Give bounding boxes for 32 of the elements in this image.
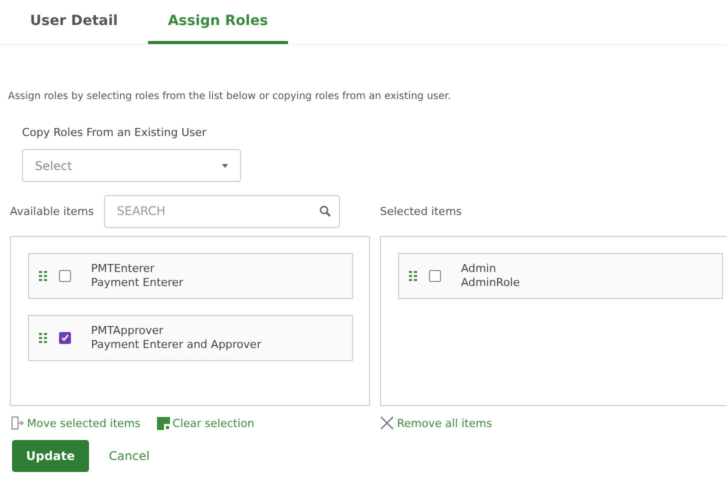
search-field[interactable]: SEARCH [104, 194, 340, 228]
list-label: Selected items [380, 204, 462, 218]
tab[interactable]: Assign Roles [148, 0, 288, 44]
checkbox[interactable] [59, 270, 71, 282]
eraser-icon [156, 416, 170, 430]
drag-handle-icon[interactable] [409, 271, 417, 281]
remove-link[interactable]: Remove all items [380, 416, 492, 430]
role-description: Payment Enterer and Approver [91, 338, 262, 352]
role-name: Admin [461, 262, 498, 276]
drag-handle-icon[interactable] [39, 333, 47, 343]
role-item[interactable]: PMTEnterer Payment Enterer [28, 253, 353, 299]
tab[interactable]: User Detail [10, 0, 138, 44]
role-name: PMTEnterer [91, 262, 156, 276]
clear-link[interactable]: Clear selection [156, 416, 254, 430]
role-description: Payment Enterer [91, 276, 184, 290]
field-label: Copy Roles From an Existing User [22, 126, 208, 139]
checkbox[interactable] [59, 332, 71, 344]
role-item[interactable]: Admin AdminRole [398, 253, 723, 299]
role-item[interactable]: PMTApprover Payment Enterer and Approver [28, 315, 353, 361]
search-icon [318, 204, 331, 216]
move-link[interactable]: Move selected items [10, 416, 141, 430]
move-icon [10, 416, 24, 430]
role-name: PMTApprover [91, 324, 164, 338]
drag-handle-icon[interactable] [39, 271, 47, 281]
close-icon [380, 416, 394, 430]
checkbox[interactable] [429, 270, 441, 282]
user-dropdown[interactable]: Select [22, 149, 241, 182]
role-description: AdminRole [461, 276, 520, 290]
list-label: Available items [10, 204, 94, 218]
update-button[interactable]: Update [12, 440, 89, 472]
cancel-link[interactable]: Cancel [100, 440, 158, 472]
description-text: Assign roles by selecting roles from the list below or copying roles from an existing user. [8, 91, 452, 102]
